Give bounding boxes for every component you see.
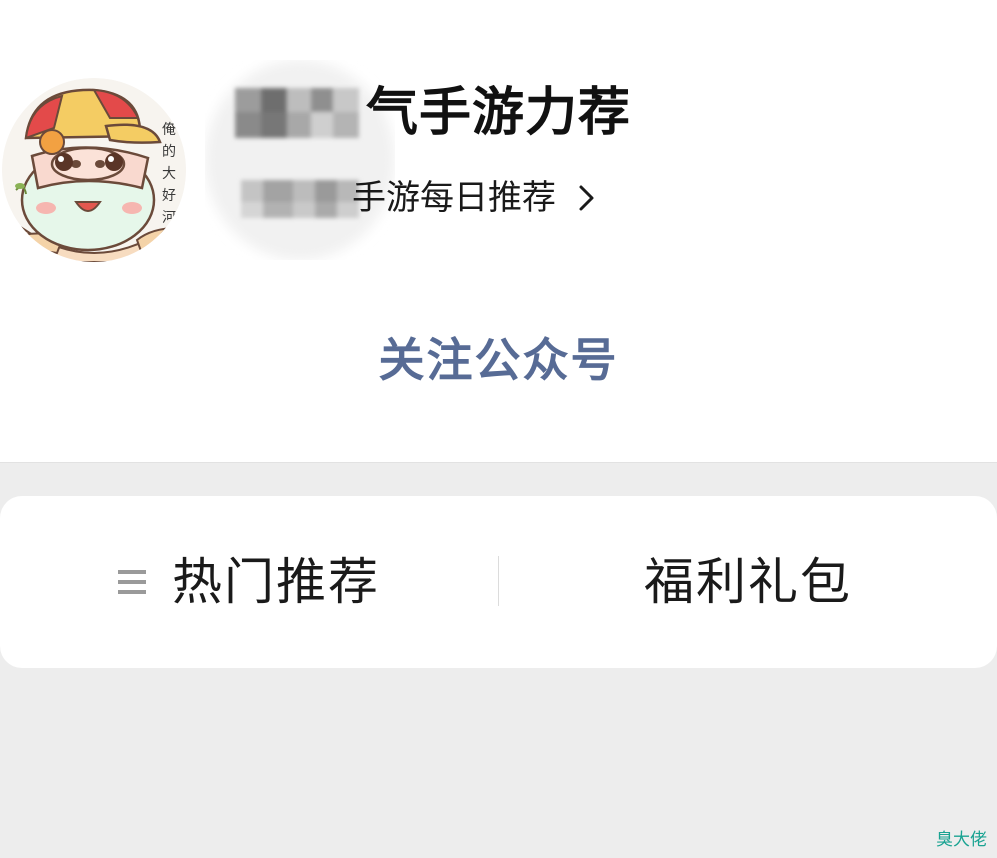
bottom-menu-bar: 热门推荐 福利礼包 [0,496,997,668]
account-header: 俺 的 大 好 河 气手游力荐 手游每日推荐 关注公众号 [0,0,997,463]
chevron-right-icon [576,183,598,213]
pig-cartoon-image: 俺 的 大 好 河 [2,78,186,262]
account-description: 手游每日推荐 [352,178,556,218]
svg-text:好: 好 [162,188,176,204]
svg-text:俺: 俺 [162,122,176,138]
svg-text:河: 河 [162,210,176,226]
menu-item-label: 热门推荐 [172,553,380,611]
menu-item-label: 福利礼包 [644,553,852,611]
account-description-link[interactable]: 手游每日推荐 [352,172,598,224]
follow-account-button[interactable]: 关注公众号 [0,328,997,392]
list-icon [118,569,146,595]
account-avatar[interactable]: 俺 的 大 好 河 [2,78,186,262]
svg-text:的: 的 [162,144,176,160]
menu-item-gift-packs[interactable]: 福利礼包 [499,496,997,668]
account-name: 气手游力荐 [366,83,632,143]
svg-text:大: 大 [162,166,176,182]
menu-item-hot-recommend[interactable]: 热门推荐 [0,496,498,668]
watermark-text: 臭大佬 [936,830,987,850]
